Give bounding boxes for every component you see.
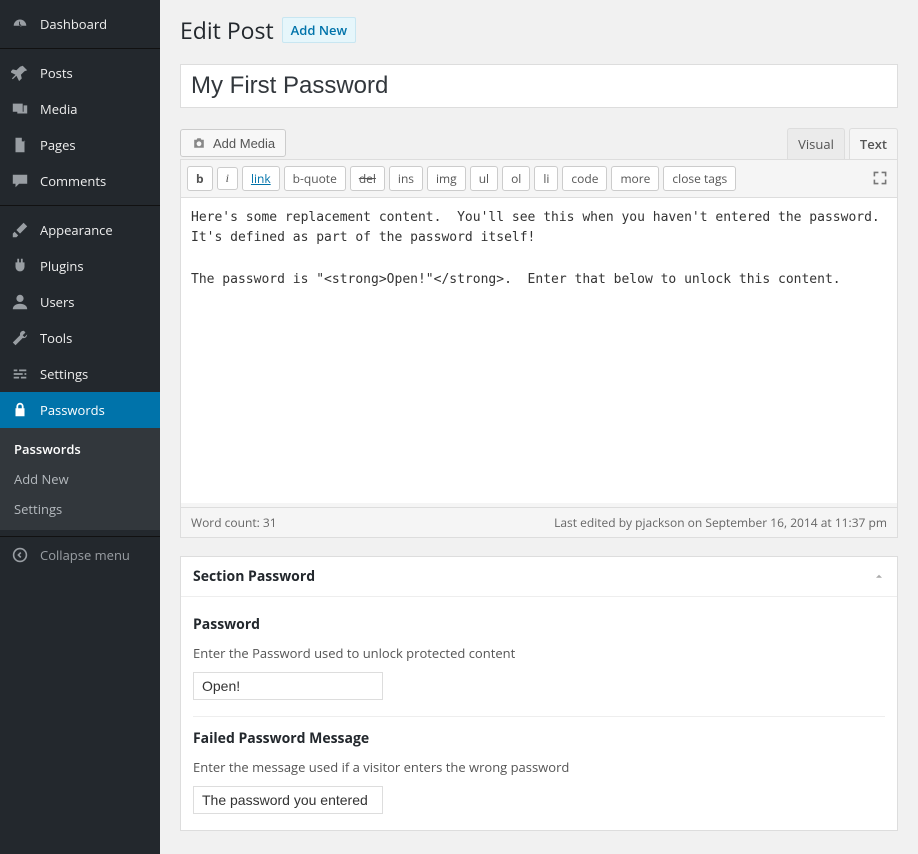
- user-icon: [10, 292, 30, 312]
- editor-toolbar: b i link b-quote del ins img ul ol li co…: [181, 160, 897, 198]
- sidebar-item-label: Comments: [40, 172, 106, 190]
- postbox-toggle[interactable]: Section Password: [181, 557, 897, 597]
- post-title-input[interactable]: [180, 64, 898, 108]
- sidebar-item-tools[interactable]: Tools: [0, 320, 160, 356]
- quicktag-b[interactable]: b: [187, 166, 213, 191]
- postbox-section-password: Section Password Password Enter the Pass…: [180, 556, 898, 831]
- sidebar-item-appearance[interactable]: Appearance: [0, 212, 160, 248]
- sidebar-item-label: Pages: [40, 136, 76, 154]
- editor-footer: Word count: 31 Last edited by pjackson o…: [180, 508, 898, 538]
- editor-container: b i link b-quote del ins img ul ol li co…: [180, 159, 898, 508]
- failed-message-input[interactable]: [193, 786, 383, 814]
- quicktag-ul[interactable]: ul: [470, 166, 498, 191]
- sidebar-item-media[interactable]: Media: [0, 91, 160, 127]
- sidebar-item-pages[interactable]: Pages: [0, 127, 160, 163]
- media-icon: [10, 99, 30, 119]
- sidebar-submenu: Passwords Add New Settings: [0, 428, 160, 530]
- sidebar-item-plugins[interactable]: Plugins: [0, 248, 160, 284]
- admin-sidebar: Dashboard Posts Media: [0, 0, 160, 854]
- sidebar-item-users[interactable]: Users: [0, 284, 160, 320]
- sidebar-item-settings[interactable]: Settings: [0, 356, 160, 392]
- submenu-item-add-new[interactable]: Add New: [0, 464, 160, 494]
- quicktag-del[interactable]: del: [350, 166, 385, 191]
- sidebar-item-comments[interactable]: Comments: [0, 163, 160, 199]
- collapse-label: Collapse menu: [40, 546, 130, 564]
- quicktag-ol[interactable]: ol: [502, 166, 530, 191]
- dashboard-icon: [10, 14, 30, 34]
- sidebar-item-label: Media: [40, 100, 77, 118]
- sidebar-item-label: Settings: [40, 365, 88, 383]
- tab-visual[interactable]: Visual: [787, 128, 845, 159]
- sidebar-item-label: Appearance: [40, 221, 113, 239]
- editor-tabs: Visual Text: [783, 128, 898, 159]
- failed-message-label: Failed Password Message: [193, 729, 885, 748]
- sidebar-item-label: Plugins: [40, 257, 84, 275]
- password-desc: Enter the Password used to unlock protec…: [193, 644, 885, 662]
- plug-icon: [10, 256, 30, 276]
- wrench-icon: [10, 328, 30, 348]
- sidebar-item-label: Tools: [40, 329, 72, 347]
- sidebar-item-dashboard[interactable]: Dashboard: [0, 6, 160, 42]
- tab-text[interactable]: Text: [849, 128, 898, 159]
- sidebar-item-label: Users: [40, 293, 74, 311]
- page-title: Edit Post: [180, 14, 274, 46]
- quicktag-more[interactable]: more: [611, 166, 659, 191]
- main-content: Edit Post Add New Add Media Visual Text …: [160, 0, 918, 854]
- word-count: Word count: 31: [191, 514, 277, 531]
- quicktag-close-tags[interactable]: close tags: [663, 166, 736, 191]
- lock-icon: [10, 400, 30, 420]
- last-edited: Last edited by pjackson on September 16,…: [554, 514, 887, 531]
- sidebar-item-label: Dashboard: [40, 15, 107, 33]
- comment-icon: [10, 171, 30, 191]
- post-content-textarea[interactable]: [181, 198, 897, 503]
- collapse-menu[interactable]: Collapse menu: [0, 537, 160, 573]
- camera-icon: [191, 135, 207, 151]
- sidebar-item-passwords[interactable]: Passwords: [0, 392, 160, 428]
- add-new-button[interactable]: Add New: [282, 17, 356, 43]
- quicktag-code[interactable]: code: [562, 166, 607, 191]
- sidebar-item-posts[interactable]: Posts: [0, 55, 160, 91]
- sidebar-item-label: Passwords: [40, 401, 105, 419]
- fullscreen-icon[interactable]: [869, 167, 891, 189]
- quicktag-link[interactable]: link: [242, 166, 280, 191]
- sidebar-item-label: Posts: [40, 64, 73, 82]
- quicktag-li[interactable]: li: [534, 166, 558, 191]
- submenu-item-settings[interactable]: Settings: [0, 494, 160, 524]
- submenu-item-passwords[interactable]: Passwords: [0, 434, 160, 464]
- quicktag-ins[interactable]: ins: [389, 166, 423, 191]
- password-label: Password: [193, 615, 885, 634]
- quicktag-bquote[interactable]: b-quote: [284, 166, 346, 191]
- password-input[interactable]: [193, 672, 383, 700]
- failed-message-desc: Enter the message used if a visitor ente…: [193, 758, 885, 776]
- add-media-button[interactable]: Add Media: [180, 129, 286, 157]
- quicktag-i[interactable]: i: [217, 167, 238, 190]
- add-media-label: Add Media: [213, 136, 275, 151]
- brush-icon: [10, 220, 30, 240]
- page-icon: [10, 135, 30, 155]
- chevron-up-icon: [873, 570, 885, 582]
- collapse-icon: [10, 545, 30, 565]
- quicktag-img[interactable]: img: [427, 166, 466, 191]
- sliders-icon: [10, 364, 30, 384]
- postbox-title: Section Password: [193, 567, 315, 586]
- pin-icon: [10, 63, 30, 83]
